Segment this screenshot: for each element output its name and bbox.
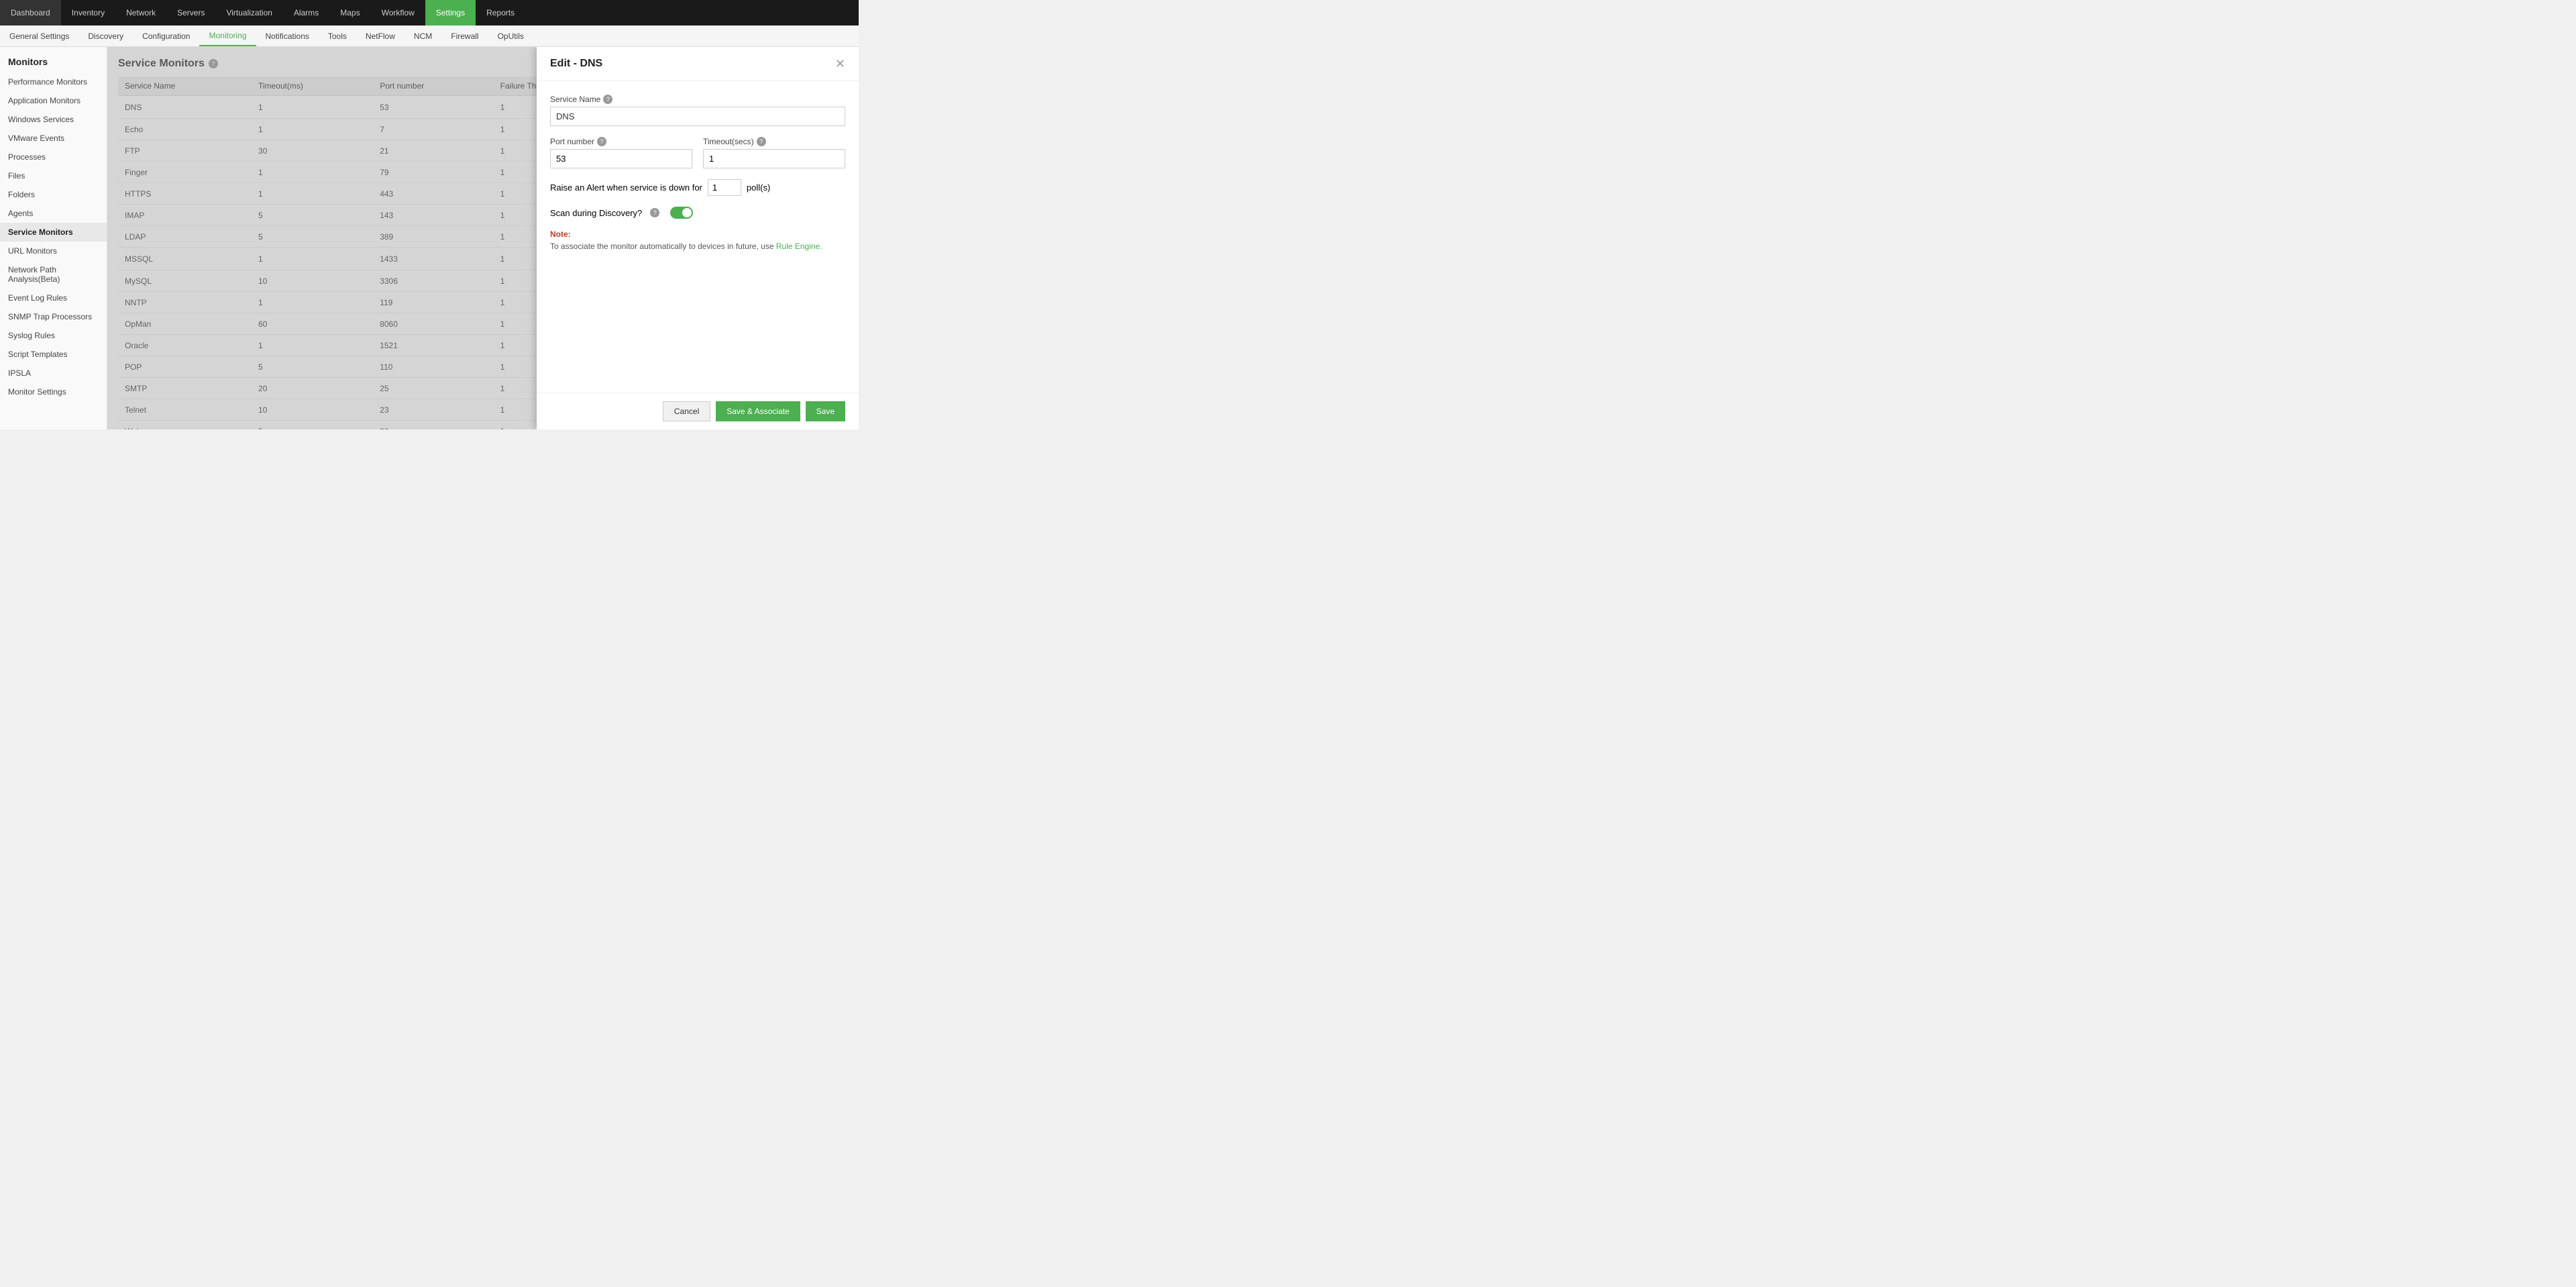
nav-servers[interactable]: Servers — [166, 0, 215, 25]
sidebar-item-snmp-trap-processors[interactable]: SNMP Trap Processors — [0, 307, 107, 326]
alert-suffix: poll(s) — [747, 183, 770, 193]
rule-engine-link[interactable]: Rule Engine. — [776, 242, 822, 251]
alert-value-input[interactable] — [708, 179, 741, 196]
nav-workflow[interactable]: Workflow — [371, 0, 425, 25]
sidebar-item-folders[interactable]: Folders — [0, 185, 107, 204]
note-section: Note: To associate the monitor automatic… — [550, 229, 845, 251]
timeout-input[interactable] — [703, 149, 845, 168]
sidebar-item-service-monitors[interactable]: Service Monitors — [0, 223, 107, 242]
service-name-input[interactable] — [550, 107, 845, 126]
note-label: Note: — [550, 229, 845, 239]
top-navigation: Dashboard Inventory Network Servers Virt… — [0, 0, 859, 25]
timeout-group: Timeout(secs) ? — [703, 137, 845, 168]
port-number-input[interactable] — [550, 149, 692, 168]
sidebar-item-vmware-events[interactable]: VMware Events — [0, 129, 107, 148]
sidebar-item-script-templates[interactable]: Script Templates — [0, 345, 107, 364]
nav-virtualization[interactable]: Virtualization — [215, 0, 282, 25]
nav-reports[interactable]: Reports — [476, 0, 525, 25]
edit-panel-footer: Cancel Save & Associate Save — [537, 393, 859, 429]
alert-label: Raise an Alert when service is down for — [550, 183, 702, 193]
port-number-group: Port number ? — [550, 137, 692, 168]
subnav-general-settings[interactable]: General Settings — [0, 25, 78, 46]
port-number-label: Port number ? — [550, 137, 692, 146]
timeout-help-icon[interactable]: ? — [757, 137, 766, 146]
sidebar: Monitors Performance Monitors Applicatio… — [0, 47, 107, 429]
scan-help-icon[interactable]: ? — [650, 208, 659, 217]
port-timeout-row: Port number ? Timeout(secs) ? — [550, 137, 845, 179]
subnav-ncm[interactable]: NCM — [405, 25, 441, 46]
subnav-notifications[interactable]: Notifications — [256, 25, 319, 46]
nav-network[interactable]: Network — [115, 0, 166, 25]
subnav-configuration[interactable]: Configuration — [133, 25, 199, 46]
sidebar-item-monitor-settings[interactable]: Monitor Settings — [0, 382, 107, 401]
sub-navigation: General Settings Discovery Configuration… — [0, 25, 859, 47]
sidebar-item-performance-monitors[interactable]: Performance Monitors — [0, 72, 107, 91]
edit-panel-title: Edit - DNS — [550, 58, 835, 70]
save-button[interactable]: Save — [806, 401, 845, 421]
sidebar-item-event-log-rules[interactable]: Event Log Rules — [0, 289, 107, 307]
save-associate-button[interactable]: Save & Associate — [716, 401, 800, 421]
service-name-help-icon[interactable]: ? — [603, 95, 612, 104]
nav-settings[interactable]: Settings — [425, 0, 476, 25]
service-name-group: Service Name ? — [550, 95, 845, 126]
note-body: To associate the monitor automatically t… — [550, 242, 845, 251]
sidebar-item-syslog-rules[interactable]: Syslog Rules — [0, 326, 107, 345]
subnav-discovery[interactable]: Discovery — [78, 25, 133, 46]
subnav-tools[interactable]: Tools — [319, 25, 356, 46]
content-area: Service Monitors ? Service Name Timeout(… — [107, 47, 859, 429]
port-help-icon[interactable]: ? — [597, 137, 606, 146]
close-button[interactable]: ✕ — [835, 58, 845, 70]
sidebar-item-files[interactable]: Files — [0, 166, 107, 185]
subnav-oputils[interactable]: OpUtils — [488, 25, 533, 46]
sidebar-item-url-monitors[interactable]: URL Monitors — [0, 242, 107, 260]
sidebar-item-network-path-analysis[interactable]: Network Path Analysis(Beta) — [0, 260, 107, 289]
nav-dashboard[interactable]: Dashboard — [0, 0, 61, 25]
subnav-monitoring[interactable]: Monitoring — [199, 25, 256, 46]
nav-inventory[interactable]: Inventory — [61, 0, 115, 25]
timeout-label: Timeout(secs) ? — [703, 137, 845, 146]
edit-panel-header: Edit - DNS ✕ — [537, 47, 859, 81]
edit-panel-body: Service Name ? Port number ? — [537, 81, 859, 393]
sidebar-title: Monitors — [0, 47, 107, 72]
service-name-label: Service Name ? — [550, 95, 845, 104]
nav-alarms[interactable]: Alarms — [283, 0, 329, 25]
scan-label: Scan during Discovery? — [550, 208, 642, 218]
alert-group: Raise an Alert when service is down for … — [550, 179, 845, 196]
sidebar-item-processes[interactable]: Processes — [0, 148, 107, 166]
scan-discovery-group: Scan during Discovery? ? — [550, 207, 845, 219]
sidebar-item-windows-services[interactable]: Windows Services — [0, 110, 107, 129]
sidebar-item-ipsla[interactable]: IPSLA — [0, 364, 107, 382]
sidebar-item-agents[interactable]: Agents — [0, 204, 107, 223]
nav-maps[interactable]: Maps — [329, 0, 370, 25]
scan-discovery-toggle[interactable] — [670, 207, 693, 219]
sidebar-item-application-monitors[interactable]: Application Monitors — [0, 91, 107, 110]
subnav-netflow[interactable]: NetFlow — [356, 25, 405, 46]
subnav-firewall[interactable]: Firewall — [441, 25, 488, 46]
edit-panel: Edit - DNS ✕ Service Name ? Port number … — [537, 47, 859, 429]
cancel-button[interactable]: Cancel — [663, 401, 710, 421]
